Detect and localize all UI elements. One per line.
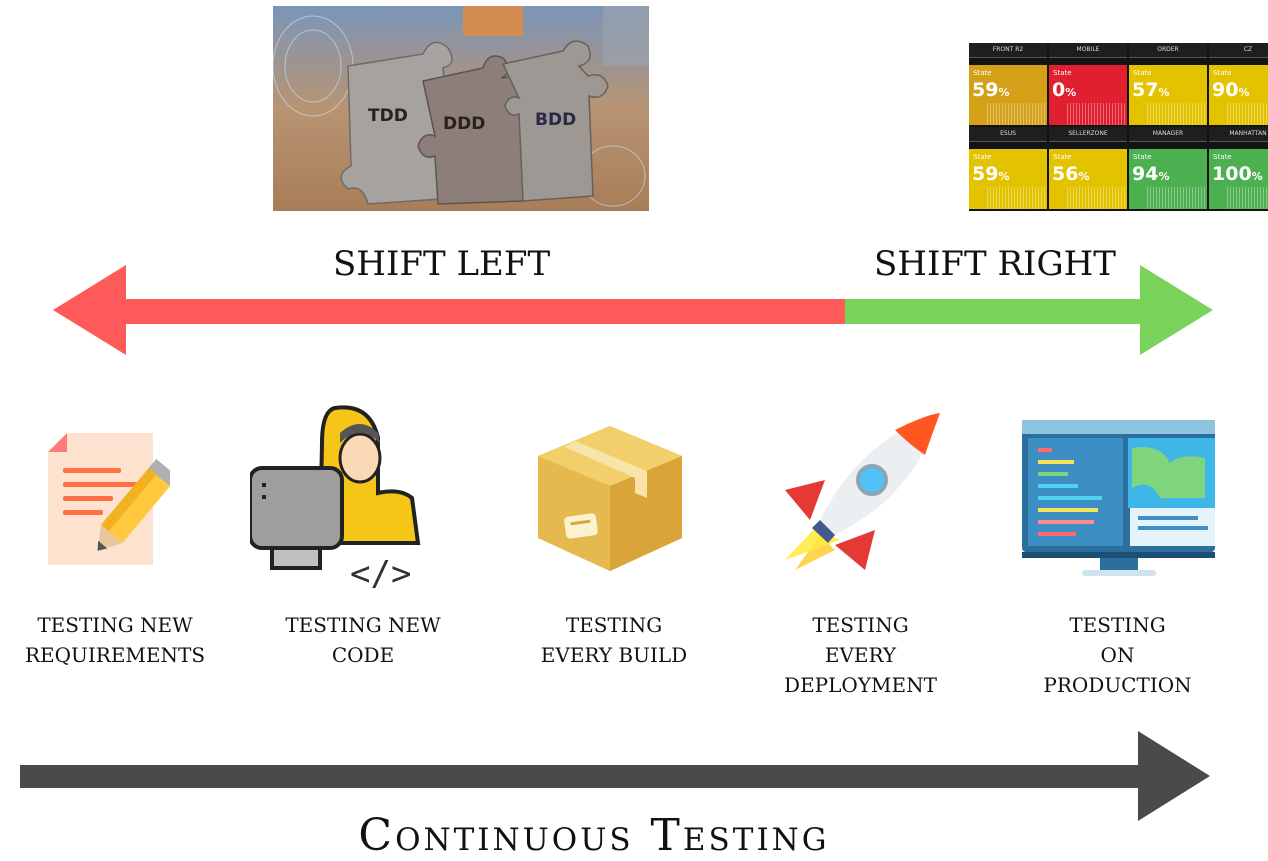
dashboard-tile-state: State [1053,153,1072,161]
dashboard-tile-sparkline [1147,187,1207,209]
dashboard-tile-unit: % [1158,170,1170,183]
dashboard-tile-unit: % [998,86,1010,99]
dashboard-tile-heading: CZ [1209,43,1268,58]
stage-label-deployment: TESTING EVERY DEPLOYMENT [784,613,937,697]
dashboard-tile: State 0% [1049,65,1127,125]
dashboard-tile: State 90% [1209,65,1268,125]
shift-right-arrow [845,265,1213,355]
dashboard-tile-heading: ESUS [969,127,1047,142]
dashboard-tile-heading: FRONT R2 [969,43,1047,58]
dashboard-tile-state: State [1213,69,1232,77]
dashboard-tile-heading: MANAGER [1129,127,1207,142]
status-dashboard: FRONT R2 State 59% MOBILE State 0% ORDER State 5… [969,43,1268,211]
dashboard-tile-unit: % [1238,86,1250,99]
dashboard-tile: State 100% [1209,149,1268,209]
dashboard-tile-sparkline [1147,103,1207,125]
developer-computer-icon: </> [250,405,421,593]
dashboard-tile-state: State [973,69,992,77]
dashboard-tile-value: 59% [972,79,1010,101]
dashboard-tile-state: State [1133,69,1152,77]
dashboard-tile-value: 57% [1132,79,1170,101]
tdd-ddd-bdd-puzzle-photo: TDD DDD BDD [273,6,649,211]
dashboard-tile-heading: MANHATTAN [1209,127,1268,142]
package-box-icon [538,426,682,571]
stage-label-build: TESTING EVERY BUILD [540,613,688,667]
dashboard-tile-sparkline [1067,103,1127,125]
dashboard-tile: State 57% [1129,65,1207,125]
dashboard-tile-state: State [973,153,992,161]
dashboard-tile-heading: MOBILE [1049,43,1127,58]
dashboard-tile-unit: % [1158,86,1170,99]
dashboard-tile-unit: % [1078,170,1090,183]
puzzle-tdd-text: TDD [368,106,408,126]
dashboard-tile: State 94% [1129,149,1207,209]
shift-double-arrow [53,265,1213,355]
dashboard-tile-sparkline [987,187,1047,209]
dashboard-tile-state: State [1213,153,1232,161]
dashboard-tile-state: State [1053,69,1072,77]
dashboard-tile-sparkline [987,103,1047,125]
monitor-dashboard-icon [1022,420,1215,576]
dashboard-tile-unit: % [1065,86,1077,99]
rocket-icon [785,413,940,570]
puzzle-ddd-text: DDD [443,114,485,134]
stage-label-requirements: TESTING NEW REQUIREMENTS [24,613,206,667]
stage-label-code: TESTING NEW CODE [285,613,441,667]
continuous-testing-title: Continuous Testing [358,810,830,861]
dashboard-tile-value: 100% [1212,163,1263,185]
puzzle-bdd-text: BDD [535,110,576,130]
dashboard-tile-value: 90% [1212,79,1250,101]
stage-label-production: TESTING ON PRODUCTION [1043,613,1192,697]
dashboard-tile-value: 59% [972,163,1010,185]
dashboard-tile-value: 0% [1052,79,1077,101]
dashboard-tile: State 59% [969,149,1047,209]
shift-left-arrow [53,265,846,355]
dashboard-tile-sparkline [1227,103,1268,125]
svg-text:</>: </> [350,554,411,593]
dashboard-tile-sparkline [1227,187,1268,209]
dashboard-tile: State 56% [1049,149,1127,209]
dashboard-tile-value: 94% [1132,163,1170,185]
dashboard-tile-unit: % [998,170,1010,183]
dashboard-tile-value: 56% [1052,163,1090,185]
dashboard-tile: State 59% [969,65,1047,125]
dashboard-tile-heading: ORDER [1129,43,1207,58]
dashboard-tile-heading: SELLERZONE [1049,127,1127,142]
document-pencil-icon [48,433,170,565]
dashboard-tile-sparkline [1067,187,1127,209]
dashboard-tile-unit: % [1251,170,1263,183]
dashboard-tile-state: State [1133,153,1152,161]
